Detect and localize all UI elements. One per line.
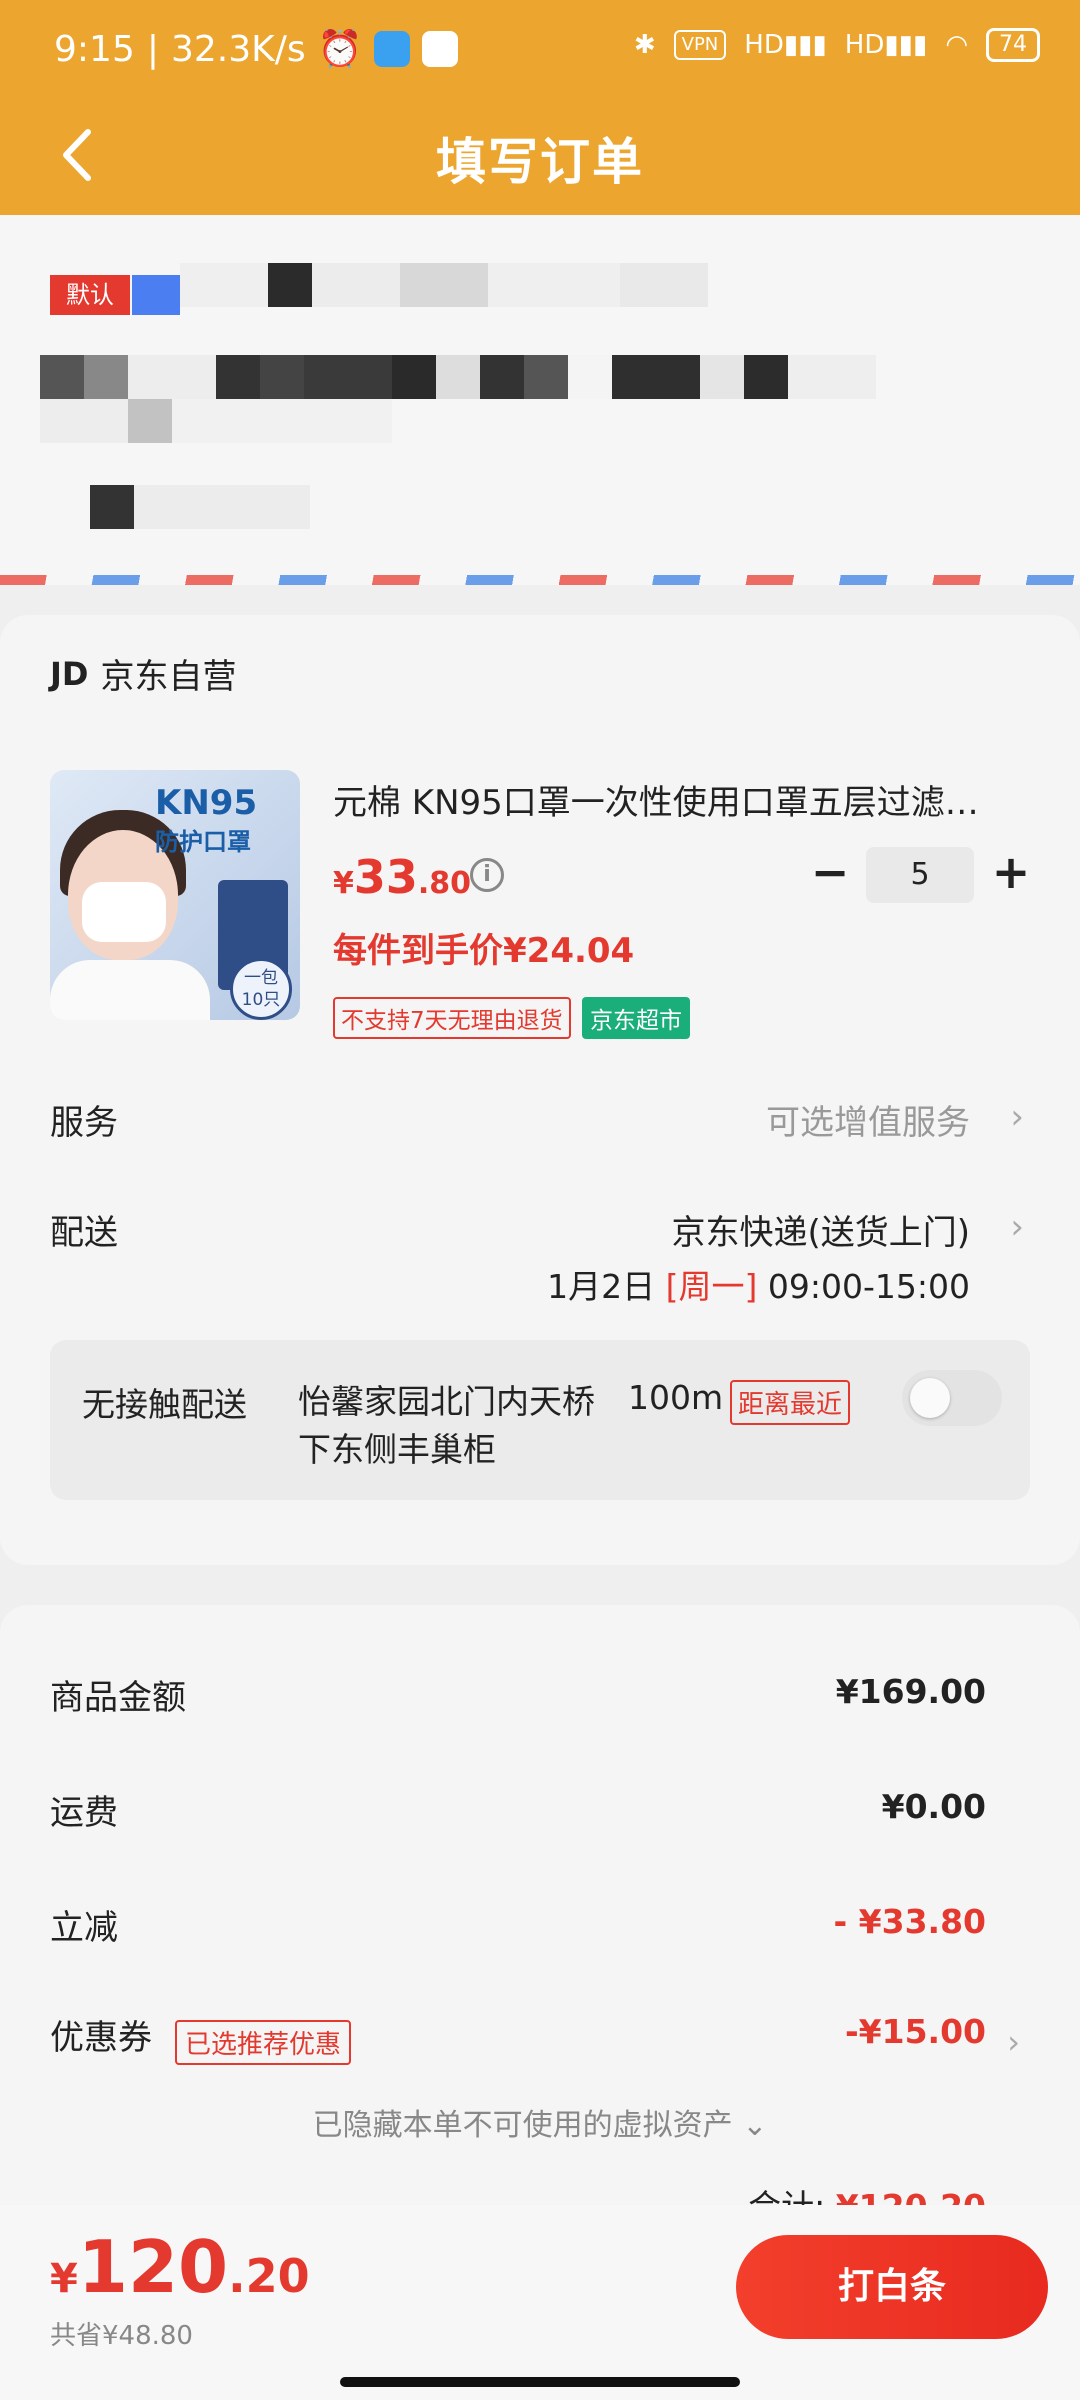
hidden-assets-toggle[interactable]: 已隐藏本单不可使用的虚拟资产 ⌄ xyxy=(0,2100,1080,2144)
quantity-input[interactable]: 5 xyxy=(866,847,974,903)
instant-discount-label: 立减 xyxy=(50,1908,118,1948)
contactless-delivery-box: 无接触配送 怡馨家园北门内天桥下东侧丰巢柜 100m 距离最近 xyxy=(50,1340,1030,1500)
status-divider: | xyxy=(146,28,159,70)
contactless-distance: 100m xyxy=(628,1378,724,1417)
shop-name: 京东自营 xyxy=(100,657,237,697)
service-label: 服务 xyxy=(50,1103,118,1143)
info-icon[interactable]: i xyxy=(470,858,504,892)
product-card: JD 京东自营 KN95 防护口罩 一包 10只 元棉 KN95口罩一次性使用口… xyxy=(0,615,1080,1565)
coupon-label: 优惠券 xyxy=(50,2018,152,2058)
status-speed: 32.3K/s xyxy=(170,28,306,70)
home-indicator[interactable] xyxy=(340,2377,740,2387)
address-card[interactable]: 默认 xyxy=(0,215,1080,585)
status-left: 9:15 | 32.3K/s ⏰ xyxy=(54,28,459,70)
service-value: 可选增值服务 xyxy=(766,1103,970,1143)
app-notification-icon xyxy=(422,31,459,67)
bottom-bar: ¥120.20 共省¥48.80 打白条 xyxy=(0,2205,1080,2400)
alarm-icon: ⏰ xyxy=(317,29,363,70)
jd-logo-icon: JD xyxy=(50,654,89,693)
address-blurred-line-2 xyxy=(40,355,876,399)
status-right: ✱ VPN HD▮▮▮ HD▮▮▮ ◠ 74 xyxy=(634,28,1040,62)
mail-app-icon xyxy=(374,31,411,67)
thumb-mask xyxy=(82,882,166,942)
chevron-right-icon: › xyxy=(1007,2023,1020,2061)
product-price: ¥33.80 xyxy=(333,850,472,904)
thumb-body xyxy=(50,960,210,1020)
contactless-label: 无接触配送 xyxy=(82,1385,247,1424)
envelope-border xyxy=(0,575,1080,585)
saved-amount: 共省¥48.80 xyxy=(50,2321,193,2351)
bottom-total-price: ¥120.20 xyxy=(50,2225,310,2309)
nearest-tag: 距离最近 xyxy=(730,1380,851,1425)
address-type-tag xyxy=(132,275,180,315)
unit-price: 每件到手价¥24.04 xyxy=(333,931,635,971)
delivery-method: 京东快递(送货上门) xyxy=(671,1213,970,1253)
goods-amount-value: ¥169.00 xyxy=(835,1672,986,1711)
delivery-label: 配送 xyxy=(50,1213,118,1253)
summary-card: 商品金额 ¥169.00 运费 ¥0.00 立减 - ¥33.80 优惠券 已选… xyxy=(0,1605,1080,2245)
shipping-label: 运费 xyxy=(50,1793,118,1833)
chevron-right-icon: › xyxy=(1010,1207,1024,1247)
product-name[interactable]: 元棉 KN95口罩一次性使用口罩五层过滤… xyxy=(333,775,1033,824)
status-bar: 9:15 | 32.3K/s ⏰ ✱ VPN HD▮▮▮ HD▮▮▮ ◠ 74 xyxy=(0,0,1080,100)
bluetooth-icon: ✱ xyxy=(633,30,656,60)
goods-amount-label: 商品金额 xyxy=(50,1678,186,1718)
jd-supermarket-tag: 京东超市 xyxy=(582,997,690,1039)
signal-icon: HD▮▮▮ xyxy=(744,30,827,60)
address-blurred-line-3 xyxy=(40,399,392,443)
default-address-tag: 默认 xyxy=(50,275,130,315)
delivery-weekday: [周一] xyxy=(665,1267,758,1306)
title-bar: 填写订单 xyxy=(0,100,1080,215)
thumb-subtitle: 防护口罩 xyxy=(155,828,251,856)
contactless-address: 怡馨家园北门内天桥下东侧丰巢柜 xyxy=(298,1382,595,1469)
coupon-recommended-tag: 已选推荐优惠 xyxy=(175,2020,352,2065)
shop-header[interactable]: JD 京东自营 xyxy=(50,649,236,698)
coupon-value: -¥15.00 xyxy=(844,2012,986,2051)
chevron-right-icon: › xyxy=(1010,1097,1024,1137)
no-return-tag: 不支持7天无理由退货 xyxy=(333,997,571,1039)
status-time: 9:15 xyxy=(54,28,135,70)
instant-discount-value: - ¥33.80 xyxy=(833,1902,986,1941)
quantity-decrease-button[interactable]: − xyxy=(810,849,850,899)
pay-button[interactable]: 打白条 xyxy=(736,2235,1048,2339)
contactless-toggle[interactable] xyxy=(902,1370,1002,1426)
battery-icon: 74 xyxy=(986,28,1040,62)
thumb-pack-badge: 一包 10只 xyxy=(230,958,292,1020)
shipping-value: ¥0.00 xyxy=(881,1787,986,1826)
address-blurred-line-4 xyxy=(90,485,310,529)
signal-icon-2: HD▮▮▮ xyxy=(844,30,928,60)
delivery-time: 1月2日 [周一] 09:00-15:00 xyxy=(547,1267,970,1306)
vpn-badge: VPN xyxy=(673,30,727,60)
product-image[interactable]: KN95 防护口罩 一包 10只 xyxy=(50,770,300,1020)
thumb-title: KN95 xyxy=(155,783,258,823)
address-blurred-line xyxy=(180,263,708,307)
wifi-icon: ◠ xyxy=(945,30,968,60)
quantity-increase-button[interactable]: + xyxy=(988,849,1034,899)
page-title: 填写订单 xyxy=(436,133,644,191)
